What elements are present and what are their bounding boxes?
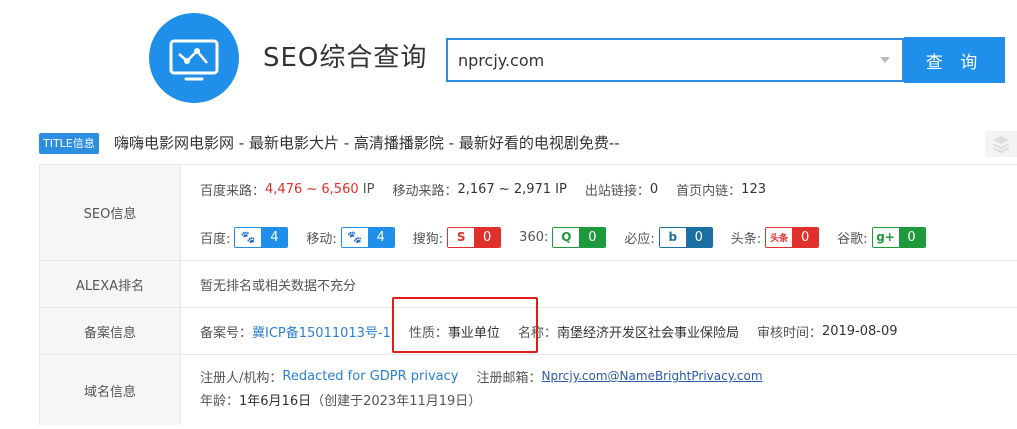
registrant-link[interactable]: Redacted for GDPR privacy <box>282 369 458 384</box>
row-label: SEO信息 <box>39 165 181 260</box>
icp-number-label: 备案号： <box>200 325 253 341</box>
mobile-traffic-value: 2,167 ~ 2,971 IP <box>457 181 567 197</box>
row-label: 域名信息 <box>39 355 181 425</box>
logo <box>149 13 239 103</box>
sogou-icon: S <box>448 227 475 247</box>
alexa-text: 暂无排名或相关数据不充分 <box>200 278 357 294</box>
page-title-text: 嗨嗨电影网电影网 - 最新电影大片 - 高清播播影院 - 最新好看的电视剧免费-… <box>114 134 620 152</box>
outbound-links-value[interactable]: 0 <box>650 182 658 197</box>
rank-label-toutiao: 头条: <box>730 231 762 247</box>
domain-body: 注册人/机构： Redacted for GDPR privacy 注册邮箱： … <box>181 355 1017 411</box>
age-line: 年龄： 1年6月16日 （创建于2023年11月19日） <box>200 387 1017 411</box>
search-box[interactable] <box>446 38 904 82</box>
rank-badge-bing[interactable]: b 0 <box>658 226 713 248</box>
icp-audit-label: 审核时间： <box>756 325 822 341</box>
mobile-traffic-label: 移动来路： <box>392 183 458 199</box>
paw-icon: 🐾 <box>235 227 262 247</box>
seo-body: 百度来路： 4,476 ~ 6,560 IP 移动来路： 2,167 ~ 2,9… <box>181 165 1017 261</box>
chevron-down-icon[interactable] <box>880 57 890 63</box>
seo-ranks-line: 百度: 🐾 4 移动: 🐾 4 搜狗: S 0 360: Q 0 必应: b 0… <box>200 213 1017 261</box>
title-badge: TITLE信息 <box>39 133 99 154</box>
inner-links-value[interactable]: 123 <box>741 182 766 197</box>
rank-badge-360[interactable]: Q 0 <box>552 226 607 248</box>
registrant-label: 注册人/机构： <box>200 370 283 386</box>
icp-body: 备案号： 冀ICP备15011013号-1 性质： 事业单位 名称： 南堡经济开… <box>181 308 1017 354</box>
rank-value-mobile: 4 <box>367 227 394 247</box>
seo-traffic-line: 百度来路： 4,476 ~ 6,560 IP 移动来路： 2,167 ~ 2,9… <box>200 165 1017 213</box>
bing-icon: b <box>659 227 686 247</box>
baidu-traffic-low[interactable]: 4,476 <box>265 182 302 197</box>
alexa-body: 暂无排名或相关数据不充分 <box>181 261 1017 307</box>
rank-value-sogou: 0 <box>474 227 501 247</box>
rank-badge-mobile[interactable]: 🐾 4 <box>340 226 395 248</box>
layers-icon[interactable] <box>985 131 1017 157</box>
created-date: （创建于2023年11月19日） <box>311 393 482 409</box>
360-icon: Q <box>553 227 580 247</box>
rank-badge-toutiao[interactable]: 头条 0 <box>765 226 820 248</box>
search-button[interactable]: 查 询 <box>904 37 1005 83</box>
rank-label-sogou: 搜狗: <box>412 231 444 247</box>
rank-label-360: 360: <box>519 229 549 245</box>
row-label: 备案信息 <box>39 308 181 354</box>
google-plus-icon: g+ <box>872 227 899 247</box>
rank-value-google: 0 <box>898 227 925 247</box>
brand-title: SEO综合查询 <box>263 43 428 73</box>
search-input[interactable] <box>458 40 868 80</box>
info-table: SEO信息 百度来路： 4,476 ~ 6,560 IP 移动来路： 2,167… <box>39 164 1017 425</box>
registrant-line: 注册人/机构： Redacted for GDPR privacy 注册邮箱： … <box>200 365 1017 387</box>
rank-badge-sogou[interactable]: S 0 <box>447 226 502 248</box>
rank-value-toutiao: 0 <box>792 227 819 247</box>
baidu-traffic-label: 百度来路： <box>200 183 266 199</box>
rank-badge-google[interactable]: g+ 0 <box>871 226 926 248</box>
age-value: 1年6月16日 <box>239 393 312 409</box>
seo-row: SEO信息 百度来路： 4,476 ~ 6,560 IP 移动来路： 2,167… <box>39 165 1017 261</box>
toutiao-icon: 头条 <box>766 227 793 247</box>
paw-icon: 🐾 <box>341 227 368 247</box>
rank-label-bing: 必应: <box>624 231 655 247</box>
chart-monitor-icon <box>169 39 219 81</box>
email-link[interactable]: Nprcjy.com@NameBrightPrivacy.com <box>542 369 763 383</box>
icp-audit-value: 2019-08-09 <box>821 323 898 339</box>
rank-label-mobile: 移动: <box>306 231 337 247</box>
rank-value-baidu: 4 <box>261 227 288 247</box>
icp-number-link[interactable]: 冀ICP备15011013号-1 <box>252 322 391 341</box>
row-label: ALEXA排名 <box>39 261 181 307</box>
baidu-traffic-sep: ~ <box>302 181 322 197</box>
baidu-traffic-high[interactable]: 6,560 <box>321 182 358 197</box>
domain-row: 域名信息 注册人/机构： Redacted for GDPR privacy 注… <box>39 355 1017 425</box>
rank-label-google: 谷歌: <box>837 231 868 247</box>
highlight-box <box>392 297 538 353</box>
rank-value-360: 0 <box>579 227 606 247</box>
email-label: 注册邮箱： <box>476 370 542 386</box>
age-label: 年龄： <box>200 393 240 409</box>
rank-badge-baidu[interactable]: 🐾 4 <box>234 226 289 248</box>
inner-links-label: 首页内链： <box>676 183 742 199</box>
icp-name-value: 南堡经济开发区社会事业保险局 <box>556 325 739 341</box>
outbound-links-label: 出站链接： <box>584 183 650 199</box>
baidu-traffic-unit: IP <box>358 181 375 197</box>
rank-label-baidu: 百度: <box>200 231 231 247</box>
rank-value-bing: 0 <box>685 227 712 247</box>
